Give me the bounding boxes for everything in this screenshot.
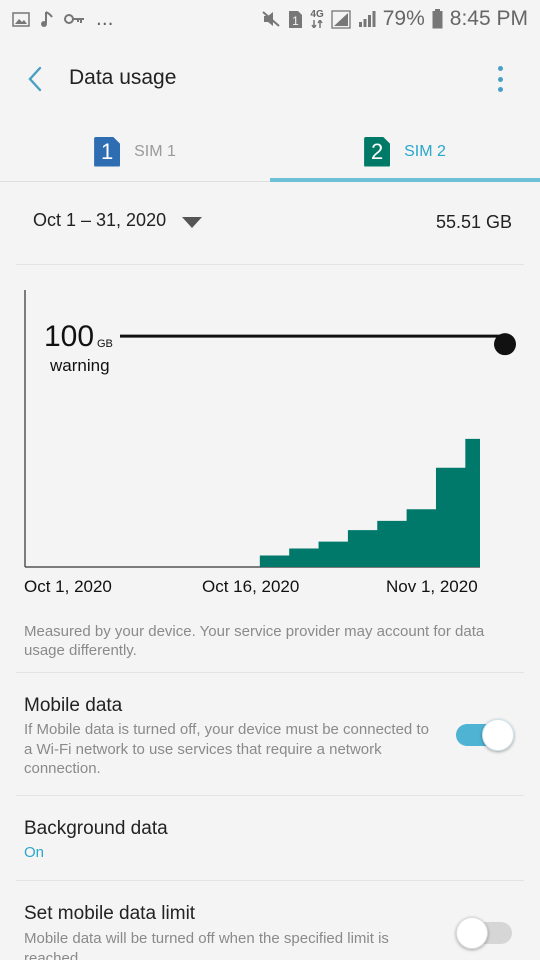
- divider: [16, 880, 524, 881]
- divider: [16, 264, 524, 265]
- mobile-data-toggle[interactable]: [456, 718, 514, 751]
- mobile-data-title: Mobile data: [24, 695, 123, 716]
- status-more-dots: ...: [96, 7, 114, 30]
- mobile-data-description: If Mobile data is turned off, your devic…: [24, 721, 429, 777]
- signal-icon: [358, 10, 376, 28]
- back-arrow-icon: [28, 66, 42, 92]
- billing-period-range: Oct 1 – 31, 2020: [33, 210, 167, 230]
- divider: [16, 795, 524, 796]
- sim1-icon: 1: [288, 10, 303, 29]
- background-data-title: Background data: [24, 818, 168, 839]
- usage-area: [230, 438, 480, 567]
- warning-value[interactable]: 100: [44, 320, 94, 354]
- dropdown-caret-icon: [182, 216, 203, 228]
- warning-drag-handle[interactable]: [494, 333, 516, 356]
- battery-percent: 79%: [382, 7, 425, 30]
- battery-icon: [432, 9, 443, 29]
- sim-tabs: 1 SIM 1 2 SIM 2: [0, 122, 540, 182]
- x-axis-label-mid: Oct 16, 2020: [202, 577, 300, 596]
- tab-sim-2[interactable]: 2 SIM 2: [270, 122, 540, 182]
- 4g-icon: 4G: [310, 10, 324, 28]
- divider: [16, 672, 524, 673]
- warning-unit: GB: [97, 338, 113, 350]
- status-time: 8:45 PM: [449, 7, 528, 30]
- background-data-value: On: [24, 844, 45, 861]
- data-limit-toggle[interactable]: [456, 916, 512, 949]
- back-button[interactable]: [18, 62, 52, 96]
- data-limit-title: Set mobile data limit: [24, 903, 196, 924]
- total-usage: 55.51 GB: [435, 212, 512, 232]
- svg-text:1: 1: [293, 14, 300, 28]
- billing-period-selector[interactable]: Oct 1 – 31, 2020: [33, 210, 203, 231]
- music-note-icon: [40, 10, 54, 28]
- tab-sim-1[interactable]: 1 SIM 1: [0, 122, 270, 181]
- x-axis-label-start: Oct 1, 2020: [24, 577, 112, 596]
- page-title: Data usage: [69, 66, 177, 89]
- sim-1-badge-icon: 1: [94, 136, 121, 167]
- tab-sim-2-label: SIM 2: [404, 142, 446, 160]
- tab-sim-1-label: SIM 1: [134, 142, 176, 160]
- mute-icon: [261, 10, 281, 28]
- measurement-note: Measured by your device. Your service pr…: [24, 623, 485, 659]
- data-limit-description: Mobile data will be turned off when the …: [24, 930, 389, 960]
- x-axis-label-end: Nov 1, 2020: [386, 577, 478, 596]
- app-bar: Data usage: [0, 48, 540, 110]
- warning-label: warning: [50, 356, 110, 375]
- signal-icon: [331, 9, 351, 29]
- key-icon: [64, 12, 86, 26]
- usage-chart: 100 GB warning Oct 1, 2020 Oct 16, 2020 …: [0, 280, 540, 600]
- sim-2-badge-icon: 2: [364, 136, 391, 167]
- more-vertical-icon: [497, 66, 503, 71]
- more-options-button[interactable]: [490, 64, 510, 94]
- status-bar: ... 1 4G 79% 8:45 PM: [0, 0, 540, 38]
- image-icon: [12, 11, 30, 27]
